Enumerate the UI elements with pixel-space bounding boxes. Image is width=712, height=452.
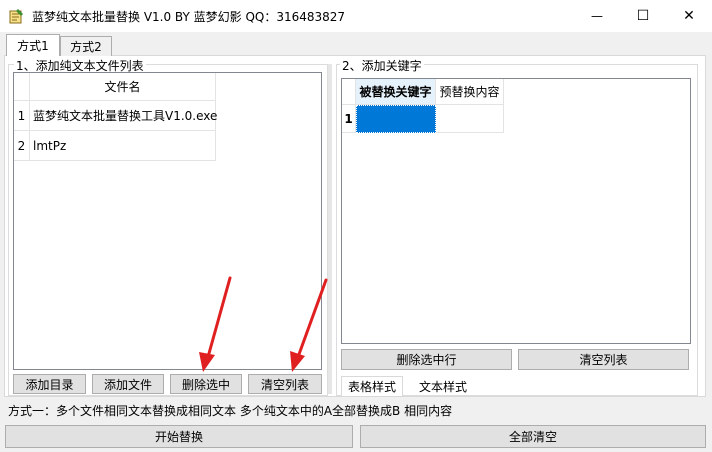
close-icon: ✕ xyxy=(683,8,695,24)
method-description: 方式一：多个文件相同文本替换成相同文本 多个纯文本中的A全部替换成B 相同内容 xyxy=(8,404,453,418)
clear-keyword-list-button[interactable]: 清空列表 xyxy=(518,349,689,370)
replacement-cell[interactable] xyxy=(436,105,504,133)
column-header-replacement[interactable]: 预替换内容 xyxy=(436,79,504,105)
delete-selected-row-button[interactable]: 删除选中行 xyxy=(341,349,512,370)
keyword-cell-selected[interactable] xyxy=(356,105,436,133)
app-notepad-icon xyxy=(8,8,24,24)
splitter[interactable] xyxy=(328,64,332,394)
grid-corner xyxy=(342,79,356,105)
add-file-button[interactable]: 添加文件 xyxy=(92,374,164,394)
tab-method1[interactable]: 方式1 xyxy=(6,34,60,56)
add-directory-button[interactable]: 添加目录 xyxy=(13,374,86,394)
maximize-button[interactable]: ☐ xyxy=(620,0,666,32)
table-row[interactable]: 蓝梦纯文本批量替换工具V1.0.exe xyxy=(30,101,217,131)
delete-selected-button[interactable]: 删除选中 xyxy=(170,374,242,394)
tab-label: 方式2 xyxy=(70,40,102,54)
column-header-keyword[interactable]: 被替换关键字 xyxy=(356,79,436,105)
minimize-icon: — xyxy=(591,9,603,23)
keyword-group-label: 2、添加关键字 xyxy=(340,57,424,74)
tab-text-style[interactable]: 文本样式 xyxy=(410,377,476,395)
column-header-filename[interactable]: 文件名 xyxy=(30,73,216,101)
row-number: 1 xyxy=(342,105,356,133)
close-button[interactable]: ✕ xyxy=(666,0,712,32)
clear-all-button[interactable]: 全部清空 xyxy=(360,425,706,448)
tab-method2[interactable]: 方式2 xyxy=(60,36,112,56)
keyword-grid[interactable]: 被替换关键字 预替换内容 1 xyxy=(341,78,691,344)
tab-label: 方式1 xyxy=(17,39,49,53)
window-title: 蓝梦纯文本批量替换 V1.0 BY 蓝梦幻影 QQ：316483827 xyxy=(32,10,346,24)
maximize-icon: ☐ xyxy=(636,8,650,24)
row-number: 1 xyxy=(14,101,30,131)
file-list-grid[interactable]: 文件名 1 蓝梦纯文本批量替换工具V1.0.exe 2 lmtPz xyxy=(13,72,322,370)
tab-table-style[interactable]: 表格样式 xyxy=(341,376,403,396)
start-replace-button[interactable]: 开始替换 xyxy=(5,425,353,448)
row-number: 2 xyxy=(14,131,30,161)
table-row[interactable]: lmtPz xyxy=(30,131,216,161)
clear-list-button[interactable]: 清空列表 xyxy=(248,374,322,394)
minimize-button[interactable]: — xyxy=(574,0,620,32)
grid-corner xyxy=(14,73,30,101)
